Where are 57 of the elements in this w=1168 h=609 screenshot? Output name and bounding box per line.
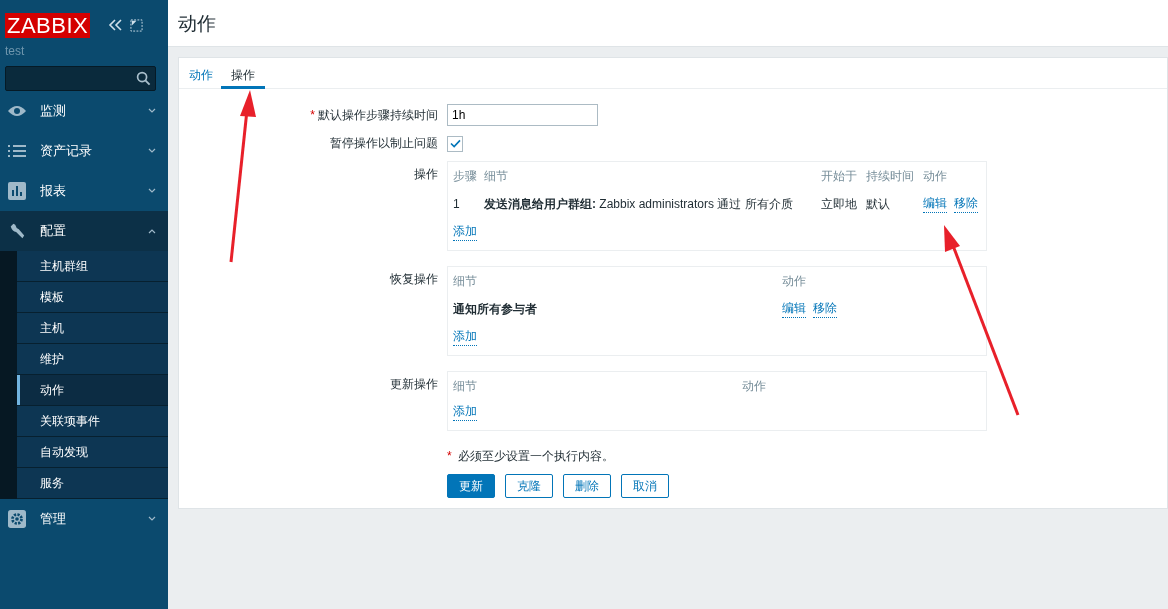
collapse-icon[interactable] [107,18,124,32]
column-header: 动作 [742,378,767,395]
column-header: 细节 [484,166,821,193]
column-header: 细节 [453,271,782,298]
field-label: 操作 [414,167,438,181]
page-title: 动作 [177,12,217,36]
search-field[interactable] [5,66,156,91]
column-header: 动作 [782,273,807,290]
menu-item[interactable]: 报表 [0,171,168,211]
menu-item[interactable]: 监测 [0,91,168,131]
chevron-down-icon [148,188,156,194]
action-link[interactable]: 移除 [954,195,978,213]
column-header: 步骤 [453,166,484,193]
field-label: 恢复操作 [390,272,438,286]
menu-item[interactable]: 配置 [0,211,168,251]
form-button[interactable]: 取消 [621,474,669,498]
table-cell: 发送消息给用户群组: Zabbix administrators 通过 所有介质 [484,193,821,223]
column-header: 细节 [453,376,742,403]
table-cell: 默认 [866,193,923,223]
user-name: test [4,43,26,60]
form-button[interactable]: 删除 [563,474,611,498]
required-mark: * [310,107,315,122]
form-button[interactable]: 克隆 [505,474,553,498]
tab[interactable]: 动作 [189,58,213,86]
column-header: 开始于 [821,166,866,193]
action-link[interactable]: 编辑 [782,300,806,318]
fullscreen-icon[interactable] [130,18,144,32]
chevron-down-icon [148,148,156,154]
column-header: 持续时间 [866,166,923,193]
chevron-down-icon [148,108,156,114]
required-note: * 必须至少设置一个执行内容。 [447,448,614,465]
menu-item[interactable]: 资产记录 [0,131,168,171]
checkbox[interactable] [447,135,463,152]
logo[interactable]: ZABBIX [5,12,91,38]
tab[interactable]: 操作 [221,58,265,89]
column-header: 动作 [923,168,948,185]
table-cell: 通知所有参与者 [453,298,782,328]
field-label: 暂停操作以制止问题 [330,136,438,150]
chevron-down-icon [148,516,156,522]
add-link[interactable]: 添加 [453,403,477,421]
gear-icon [7,510,27,528]
duration-input-field[interactable]: 1h [447,104,598,126]
action-link[interactable]: 编辑 [923,195,947,213]
table-cell: 1 [453,193,484,223]
add-link[interactable]: 添加 [453,223,477,241]
list-icon [7,142,27,160]
field-label: 更新操作 [390,377,438,391]
action-link[interactable]: 移除 [813,300,837,318]
table-cell: 立即地 [821,193,866,223]
bar-chart-icon [7,182,27,200]
search-icon[interactable] [136,71,151,86]
field-label: 默认操作步骤持续时间 [318,107,438,122]
menu-item[interactable]: 管理 [0,499,168,539]
add-link[interactable]: 添加 [453,328,477,346]
chevron-up-icon [148,228,156,234]
submenu-item[interactable]: 动作 [17,375,168,406]
form-button[interactable]: 更新 [447,474,495,498]
